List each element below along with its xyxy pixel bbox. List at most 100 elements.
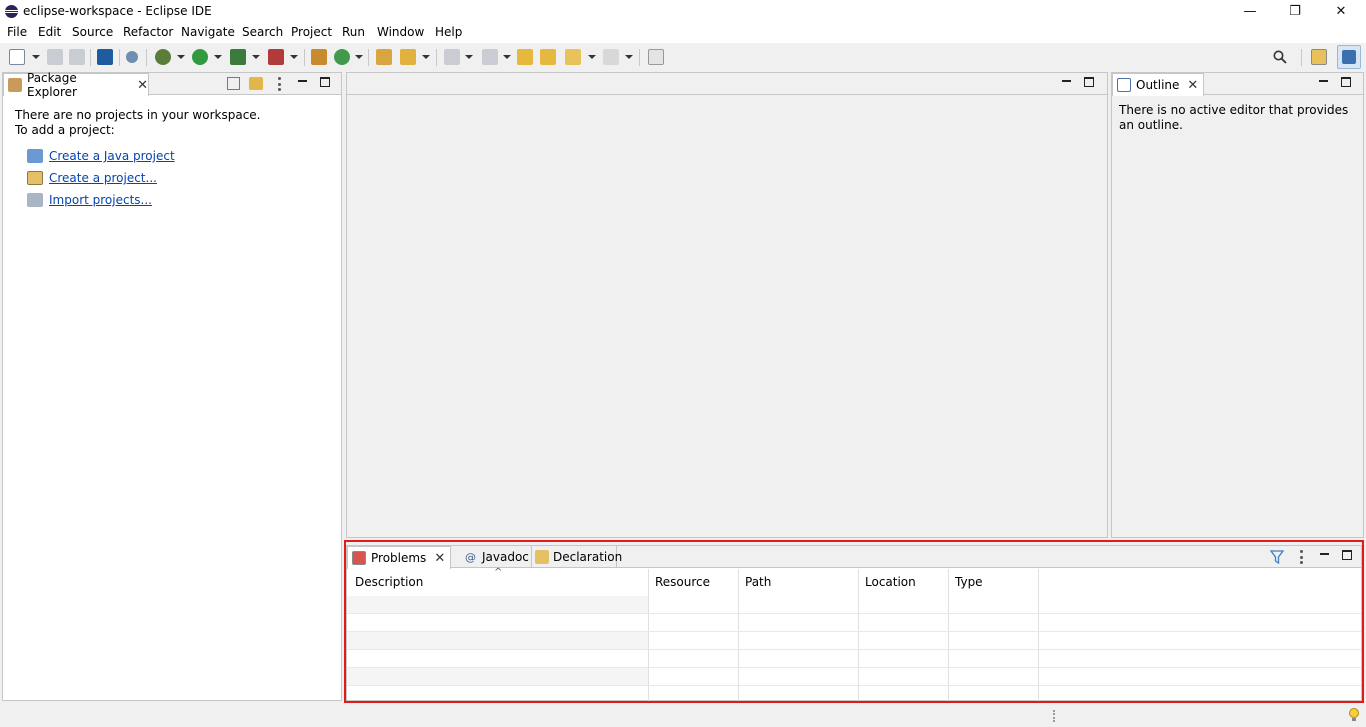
editor-tabbar (347, 73, 1107, 95)
search-dropdown-icon[interactable] (422, 55, 430, 59)
toolbar-separator (1301, 49, 1302, 66)
menu-window[interactable]: Window (377, 25, 424, 39)
menu-refactor[interactable]: Refactor (123, 25, 173, 39)
minimize-button[interactable]: — (1227, 0, 1273, 23)
column-header-description[interactable]: Description (349, 571, 649, 593)
pin-editor-icon[interactable] (648, 49, 664, 65)
maximize-view-icon[interactable] (1342, 550, 1352, 560)
menu-run[interactable]: Run (342, 25, 365, 39)
forward-edit-icon[interactable] (540, 49, 556, 65)
new-class-dropdown-icon[interactable] (355, 55, 363, 59)
close-tab-icon[interactable]: ✕ (137, 79, 148, 92)
column-header-path[interactable]: Path (739, 571, 859, 593)
row-divider (347, 649, 1361, 650)
search-icon[interactable] (1273, 50, 1287, 64)
tab-declaration[interactable]: Declaration (531, 546, 622, 568)
close-window-button[interactable]: ✕ (1318, 0, 1364, 23)
new-project-icon (27, 171, 43, 185)
collapse-all-icon[interactable] (227, 77, 240, 90)
save-all-icon[interactable] (69, 49, 85, 65)
forward-icon[interactable] (603, 49, 619, 65)
declaration-icon (535, 550, 549, 564)
menu-source[interactable]: Source (72, 25, 113, 39)
outline-tabbar: Outline ✕ (1112, 73, 1363, 96)
javadoc-at-icon: @ (465, 550, 476, 564)
view-menu-icon[interactable] (278, 77, 281, 91)
lightbulb-icon[interactable] (1347, 707, 1361, 723)
package-explorer-icon (8, 78, 22, 92)
open-type-icon[interactable] (376, 49, 392, 65)
column-header-location[interactable]: Location (859, 571, 949, 593)
menu-edit[interactable]: Edit (38, 25, 61, 39)
new-java-project-icon (27, 149, 43, 163)
forward-dropdown-icon[interactable] (625, 55, 633, 59)
minimize-view-icon[interactable] (1319, 80, 1328, 82)
toolbar-separator (119, 49, 120, 66)
run-icon[interactable] (192, 49, 208, 65)
maximize-view-icon[interactable] (1341, 77, 1351, 87)
minimize-view-icon[interactable] (298, 80, 307, 82)
toolbar-separator (368, 49, 369, 66)
column-divider (648, 569, 649, 701)
new-java-package-icon[interactable] (311, 49, 327, 65)
menu-navigate[interactable]: Navigate (181, 25, 235, 39)
toolbar-separator (304, 49, 305, 66)
debug-dropdown-icon[interactable] (177, 55, 185, 59)
coverage-icon[interactable] (230, 49, 246, 65)
tab-outline[interactable]: Outline ✕ (1112, 73, 1204, 96)
run-dropdown-icon[interactable] (214, 55, 222, 59)
import-projects-link[interactable]: Import projects... (49, 193, 152, 207)
column-header-type[interactable]: Type (949, 571, 1039, 593)
restore-button[interactable]: ❐ (1272, 0, 1318, 23)
java-perspective-button[interactable] (1337, 45, 1361, 69)
save-icon[interactable] (47, 49, 63, 65)
column-divider (738, 569, 739, 701)
menu-help[interactable]: Help (435, 25, 462, 39)
maximize-editor-icon[interactable] (1084, 77, 1094, 87)
close-tab-icon[interactable]: ✕ (1187, 79, 1198, 92)
next-annotation-icon[interactable] (444, 49, 460, 65)
outline-icon (1117, 78, 1131, 92)
previous-annotation-icon[interactable] (482, 49, 498, 65)
eclipse-logo-icon (5, 5, 18, 18)
menu-search[interactable]: Search (242, 25, 283, 39)
tab-label: Javadoc (482, 550, 529, 564)
problems-icon (352, 551, 366, 565)
last-edit-location-icon[interactable] (517, 49, 533, 65)
column-header-resource[interactable]: Resource (649, 571, 739, 593)
create-java-project-link[interactable]: Create a Java project (49, 149, 175, 163)
minimize-view-icon[interactable] (1320, 553, 1329, 555)
skip-breakpoints-icon[interactable] (126, 51, 138, 63)
previous-annotation-dropdown-icon[interactable] (503, 55, 511, 59)
row-divider (347, 613, 1361, 614)
tab-problems[interactable]: Problems ✕ (347, 546, 451, 569)
menu-file[interactable]: File (7, 25, 27, 39)
column-divider (1038, 569, 1039, 701)
maximize-view-icon[interactable] (320, 77, 330, 87)
tab-package-explorer[interactable]: Package Explorer ✕ (3, 71, 149, 99)
coverage-dropdown-icon[interactable] (252, 55, 260, 59)
search-toolbar-icon[interactable] (400, 49, 416, 65)
next-annotation-dropdown-icon[interactable] (465, 55, 473, 59)
minimize-editor-icon[interactable] (1062, 80, 1071, 82)
new-icon[interactable] (9, 49, 25, 65)
create-project-link[interactable]: Create a project... (49, 171, 157, 185)
tab-javadoc[interactable]: @ Javadoc (463, 546, 529, 568)
back-dropdown-icon[interactable] (588, 55, 596, 59)
open-perspective-icon[interactable] (1311, 49, 1327, 65)
view-menu-icon[interactable] (1300, 550, 1303, 564)
status-bar-handle[interactable] (1053, 710, 1055, 722)
debug-icon[interactable] (155, 49, 171, 65)
back-icon[interactable] (565, 49, 581, 65)
external-tools-dropdown-icon[interactable] (290, 55, 298, 59)
link-with-editor-icon[interactable] (249, 77, 263, 90)
table-row (347, 668, 648, 686)
menu-project[interactable]: Project (291, 25, 332, 39)
row-divider (347, 667, 1361, 668)
filter-icon[interactable] (1269, 550, 1285, 565)
external-tools-icon[interactable] (268, 49, 284, 65)
new-dropdown-icon[interactable] (32, 55, 40, 59)
new-java-class-icon[interactable] (334, 49, 350, 65)
close-tab-icon[interactable]: ✕ (434, 552, 445, 565)
terminal-icon[interactable] (97, 49, 113, 65)
